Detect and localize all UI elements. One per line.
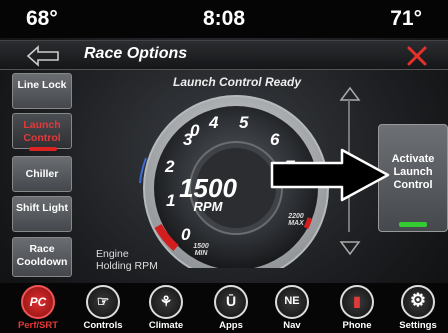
nav-label: Apps: [219, 320, 243, 331]
nav-perf-srt[interactable]: PC Perf/SRT: [8, 283, 68, 333]
cabin-temperature[interactable]: 71°: [390, 7, 422, 31]
controls-glyph: ☞: [96, 293, 110, 309]
nav-label: Nav: [283, 320, 301, 331]
menu-label: Line Lock: [17, 79, 67, 91]
nav-nav[interactable]: NE Nav: [262, 283, 322, 333]
settings-glyph: ⚙: [409, 290, 427, 310]
menu-label: Chiller: [25, 168, 59, 180]
slider-down-icon[interactable]: [339, 240, 361, 256]
pointer-arrow-icon: [270, 148, 390, 202]
menu-chiller[interactable]: Chiller: [12, 156, 72, 192]
menu-label: Launch Control: [23, 119, 61, 144]
min-rpm-text: MIN: [194, 250, 208, 257]
nav-icon: NE: [275, 285, 309, 319]
tick-label: 5: [239, 113, 249, 132]
nav-phone[interactable]: ▮ Phone: [327, 283, 387, 333]
menu-label: Shift Light: [16, 202, 68, 214]
bottom-nav: PC Perf/SRT ☞ Controls ⚘ Climate Ū Apps …: [0, 283, 448, 333]
menu-launch-control[interactable]: Launch Control: [12, 113, 72, 151]
phone-icon: ▮: [340, 285, 374, 319]
active-indicator: [29, 147, 57, 151]
engine-status-line2: Holding RPM: [96, 260, 158, 272]
min-rpm-value: 1500: [193, 243, 209, 250]
pc-icon: PC: [21, 285, 55, 319]
nav-label: Climate: [148, 320, 184, 331]
page-title: Race Options: [84, 45, 188, 62]
settings-icon: ⚙: [401, 285, 435, 319]
back-arrow-icon[interactable]: [26, 45, 60, 67]
max-rpm-label: 2200 MAX: [281, 213, 311, 227]
min-rpm-label: 1500 MIN: [186, 243, 216, 257]
nav-controls[interactable]: ☞ Controls: [73, 283, 133, 333]
nav-label: Controls: [83, 320, 123, 331]
controls-icon: ☞: [86, 285, 120, 319]
climate-icon: ⚘: [149, 285, 183, 319]
nav-label: Phone: [342, 320, 372, 331]
apps-icon: Ū: [214, 285, 248, 319]
tick-label: 0: [181, 225, 191, 244]
climate-glyph: ⚘: [159, 293, 173, 309]
screen: 68° 8:08 71° Race Options Line Lock Laun…: [0, 0, 448, 333]
max-rpm-value: 2200: [288, 213, 304, 220]
title-bar: Race Options: [0, 40, 448, 70]
menu-label: Race Cooldown: [16, 243, 68, 268]
nav-label: Settings: [399, 320, 437, 331]
engine-status: Engine Holding RPM: [96, 248, 158, 272]
phone-glyph: ▮: [353, 293, 361, 309]
activate-label: Activate Launch Control: [391, 153, 435, 191]
menu-line-lock[interactable]: Line Lock: [12, 73, 72, 109]
apps-glyph: Ū: [225, 293, 237, 309]
max-rpm-text: MAX: [288, 220, 304, 227]
pc-glyph: PC: [29, 295, 47, 309]
rpm-unit: RPM: [193, 199, 223, 214]
slider-up-icon[interactable]: [339, 86, 361, 102]
nav-label: Perf/SRT: [17, 320, 59, 331]
nav-apps[interactable]: Ū Apps: [201, 283, 261, 333]
menu-shift-light[interactable]: Shift Light: [12, 196, 72, 232]
outside-temperature: 68°: [26, 7, 58, 30]
engine-status-line1: Engine: [96, 248, 129, 260]
menu-race-cooldown[interactable]: Race Cooldown: [12, 237, 72, 277]
tick-label: 4: [209, 113, 219, 132]
nav-climate[interactable]: ⚘ Climate: [136, 283, 196, 333]
nav-settings[interactable]: ⚙ Settings: [388, 283, 448, 333]
activate-indicator: [399, 222, 427, 227]
clock: 8:08: [202, 7, 246, 30]
nav-glyph: NE: [284, 295, 300, 307]
launch-status: Launch Control Ready: [172, 75, 301, 89]
status-bar: 68° 8:08 71°: [0, 0, 448, 38]
tick-label: 3: [183, 130, 193, 149]
close-icon[interactable]: [404, 43, 430, 69]
